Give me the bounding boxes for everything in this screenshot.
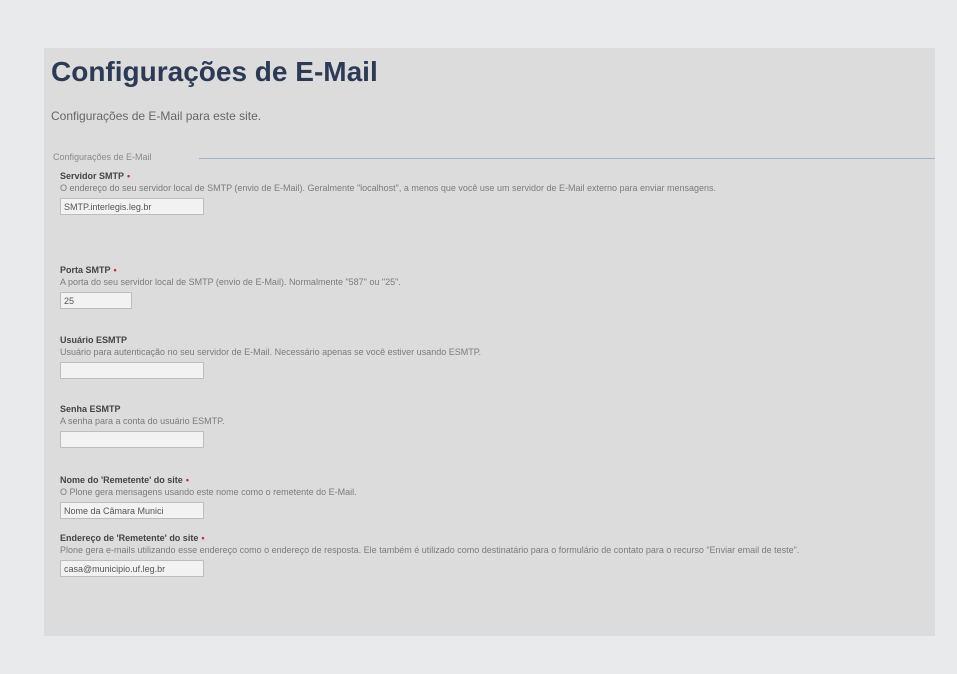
site-from-address-label-text: Endereço de 'Remetente' do site (60, 533, 199, 543)
esmtp-user-help: Usuário para autenticação no seu servido… (60, 347, 482, 357)
site-from-name-field: Nome do 'Remetente' do site • O Plone ger… (60, 474, 935, 519)
esmtp-password-help: A senha para a conta do usuário ESMTP. (60, 416, 225, 426)
smtp-server-label-text: Servidor SMTP (60, 171, 125, 181)
main-panel: Configurações de E-Mail Configurações de… (44, 48, 935, 636)
required-marker: • (201, 533, 205, 543)
smtp-port-help: A porta do seu servidor local de SMTP (e… (60, 277, 401, 287)
smtp-port-label: Porta SMTP • (60, 264, 935, 276)
page-description: Configurações de E-Mail para este site. (51, 109, 262, 123)
smtp-server-input[interactable] (60, 198, 204, 215)
smtp-server-label: Servidor SMTP • (60, 170, 935, 182)
smtp-port-label-text: Porta SMTP (60, 265, 111, 275)
site-from-address-label: Endereço de 'Remetente' do site • (60, 532, 935, 544)
esmtp-password-label: Senha ESMTP (60, 403, 935, 415)
site-from-address-input[interactable] (60, 560, 204, 577)
required-marker: • (185, 475, 189, 485)
esmtp-password-input[interactable] (60, 431, 204, 448)
site-from-address-help: Plone gera e-mails utilizando esse ender… (60, 545, 800, 555)
esmtp-user-label: Usuário ESMTP (60, 334, 935, 346)
esmtp-password-field: Senha ESMTP A senha para a conta do usuá… (60, 403, 935, 448)
mail-settings-fieldset: Configurações de E-Mail Servidor SMTP • O… (49, 152, 935, 636)
esmtp-password-label-text: Senha ESMTP (60, 404, 121, 414)
esmtp-user-input[interactable] (60, 362, 204, 379)
site-from-address-field: Endereço de 'Remetente' do site • Plone g… (60, 532, 935, 577)
required-marker: • (127, 171, 131, 181)
fieldset-legend: Configurações de E-Mail (53, 152, 152, 162)
smtp-server-help: O endereço do seu servidor local de SMTP… (60, 183, 717, 193)
smtp-port-field: Porta SMTP • A porta do seu servidor loca… (60, 264, 935, 309)
site-from-name-help: O Plone gera mensagens usando este nome … (60, 487, 357, 497)
fieldset-divider (199, 158, 935, 159)
site-from-name-label-text: Nome do 'Remetente' do site (60, 475, 183, 485)
site-from-name-label: Nome do 'Remetente' do site • (60, 474, 935, 486)
page-title: Configurações de E-Mail (51, 56, 378, 87)
smtp-server-field: Servidor SMTP • O endereço do seu servido… (60, 170, 935, 215)
smtp-port-input[interactable] (60, 292, 132, 309)
required-marker: • (113, 265, 117, 275)
esmtp-user-field: Usuário ESMTP Usuário para autenticação … (60, 334, 935, 379)
esmtp-user-label-text: Usuário ESMTP (60, 335, 128, 345)
site-from-name-input[interactable] (60, 502, 204, 519)
